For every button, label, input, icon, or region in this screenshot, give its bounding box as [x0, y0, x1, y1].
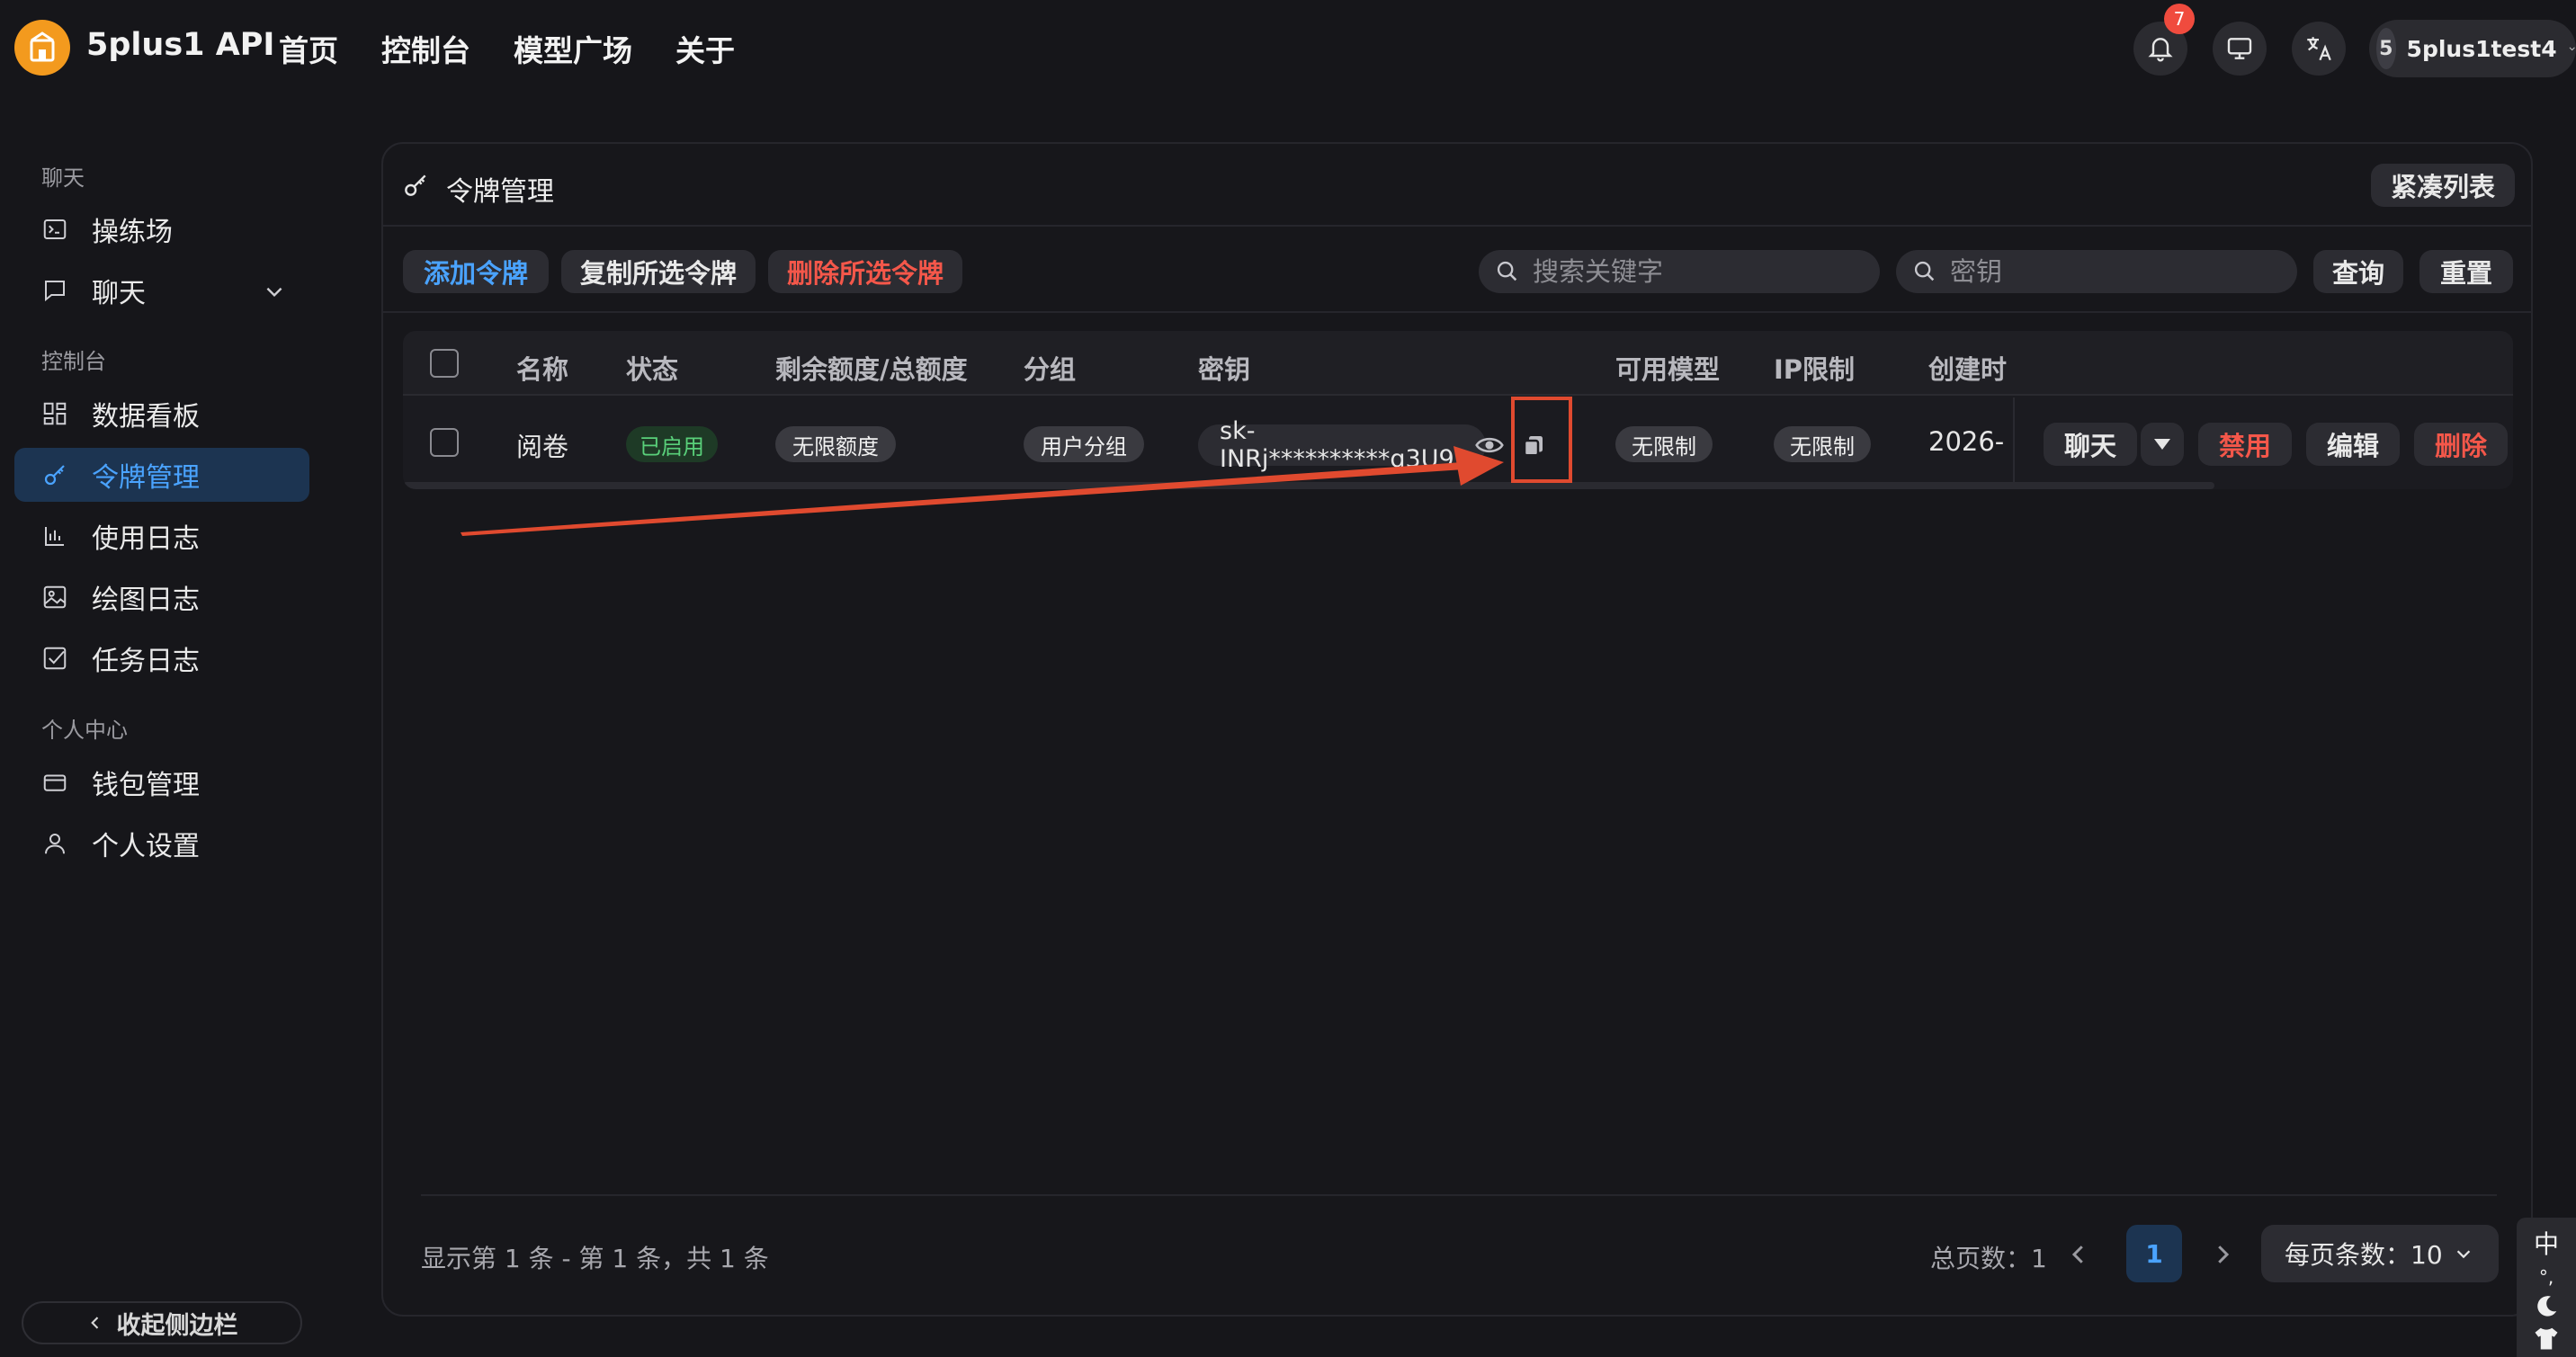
- annotation-arrow: [461, 446, 1504, 536]
- ime-language[interactable]: 中: [2534, 1225, 2559, 1261]
- ime-punctuation[interactable]: °,: [2539, 1266, 2554, 1288]
- moon-icon[interactable]: [2533, 1293, 2560, 1320]
- ime-toolbar[interactable]: 中 °,: [2517, 1218, 2576, 1357]
- shirt-icon[interactable]: [2533, 1326, 2560, 1351]
